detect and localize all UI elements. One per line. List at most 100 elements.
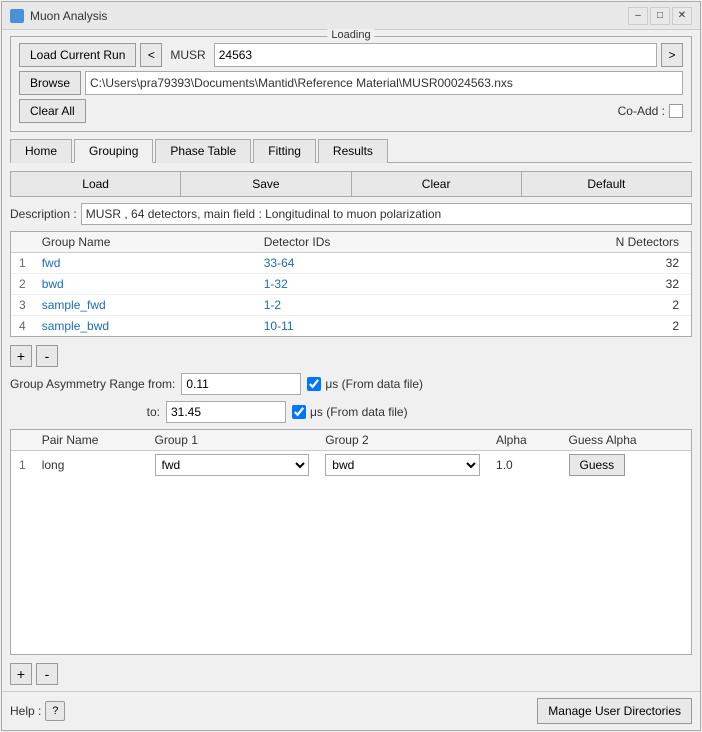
- title-controls: – □ ✕: [628, 7, 692, 25]
- description-input[interactable]: [81, 203, 692, 225]
- run-row: Load Current Run < MUSR >: [19, 43, 683, 67]
- pair-row-guess: Guess: [561, 451, 692, 480]
- pair-col-group2: Group 2: [317, 430, 488, 451]
- group-row-n-detectors: 2: [472, 295, 691, 316]
- group-row-n-detectors: 2: [472, 316, 691, 337]
- group-row-n-detectors: 32: [472, 253, 691, 274]
- pair-add-remove: + -: [10, 663, 692, 685]
- pair-remove-button[interactable]: -: [36, 663, 58, 685]
- tab-grouping[interactable]: Grouping: [74, 139, 153, 163]
- next-run-button[interactable]: >: [661, 43, 683, 67]
- group-table-row: 2 bwd 1-32 32: [11, 274, 691, 295]
- pair-table-container: Pair Name Group 1 Group 2 Alpha Guess Al…: [10, 429, 692, 655]
- group-row-num: 2: [11, 274, 34, 295]
- pair-row-name: long: [34, 451, 147, 480]
- app-icon: [10, 9, 24, 23]
- save-button[interactable]: Save: [180, 171, 351, 197]
- group-row-name[interactable]: bwd: [34, 274, 256, 295]
- help-label: Help :: [10, 704, 41, 718]
- range-to-checkbox[interactable]: [292, 405, 306, 419]
- group-row-detector-ids[interactable]: 1-2: [256, 295, 473, 316]
- group-table-row: 4 sample_bwd 10-11 2: [11, 316, 691, 337]
- pair-row-group1: fwdbwdsample_fwdsample_bwd: [147, 451, 318, 480]
- group-row-num: 1: [11, 253, 34, 274]
- pair-col-alpha: Alpha: [488, 430, 560, 451]
- group-add-button[interactable]: +: [10, 345, 32, 367]
- file-path-input[interactable]: [85, 71, 683, 95]
- browse-button[interactable]: Browse: [19, 71, 81, 95]
- load-button[interactable]: Load: [10, 171, 181, 197]
- prev-run-button[interactable]: <: [140, 43, 162, 67]
- clear-all-button[interactable]: Clear All: [19, 99, 86, 123]
- guess-alpha-button[interactable]: Guess: [569, 454, 626, 476]
- tab-phase-table[interactable]: Phase Table: [155, 139, 251, 163]
- title-bar: Muon Analysis – □ ✕: [2, 2, 700, 30]
- tab-fitting[interactable]: Fitting: [253, 139, 316, 163]
- content-area: Loading Load Current Run < MUSR > Browse…: [2, 30, 700, 691]
- window-title: Muon Analysis: [30, 9, 107, 23]
- group-col-name: Group Name: [34, 232, 256, 253]
- coadd-row: Co-Add :: [618, 104, 683, 118]
- pair-col-name: Pair Name: [34, 430, 147, 451]
- help-button[interactable]: ?: [45, 701, 65, 721]
- tab-home[interactable]: Home: [10, 139, 72, 163]
- close-button[interactable]: ✕: [672, 7, 692, 25]
- pair-group2-select[interactable]: fwdbwdsample_fwdsample_bwd: [325, 454, 480, 476]
- group-row-name[interactable]: sample_bwd: [34, 316, 256, 337]
- load-current-run-button[interactable]: Load Current Run: [19, 43, 136, 67]
- range-to-row: to: μs (From data file): [10, 401, 692, 423]
- group-table-row: 1 fwd 33-64 32: [11, 253, 691, 274]
- tab-results[interactable]: Results: [318, 139, 388, 163]
- group-row-detector-ids[interactable]: 10-11: [256, 316, 473, 337]
- group-remove-button[interactable]: -: [36, 345, 58, 367]
- group-row-num: 4: [11, 316, 34, 337]
- musr-label: MUSR: [166, 48, 209, 62]
- browse-row: Browse: [19, 71, 683, 95]
- clear-button[interactable]: Clear: [351, 171, 522, 197]
- help-row: Help : ?: [10, 701, 65, 721]
- manage-user-directories-button[interactable]: Manage User Directories: [537, 698, 692, 724]
- pair-table: Pair Name Group 1 Group 2 Alpha Guess Al…: [11, 430, 691, 479]
- group-row-detector-ids[interactable]: 1-32: [256, 274, 473, 295]
- range-from-checkbox-label: μs (From data file): [307, 377, 423, 391]
- grouping-tab-content: Load Save Clear Default Description : Gr…: [10, 167, 692, 685]
- footer: Help : ? Manage User Directories: [2, 691, 700, 730]
- range-to-label: to:: [10, 405, 160, 419]
- description-label: Description :: [10, 207, 77, 221]
- pair-group1-select[interactable]: fwdbwdsample_fwdsample_bwd: [155, 454, 310, 476]
- pair-col-group1: Group 1: [147, 430, 318, 451]
- range-from-row: Group Asymmetry Range from: μs (From dat…: [10, 373, 692, 395]
- group-row-n-detectors: 32: [472, 274, 691, 295]
- loading-section: Loading Load Current Run < MUSR > Browse…: [10, 36, 692, 132]
- range-from-checkbox[interactable]: [307, 377, 321, 391]
- pair-row-group2: fwdbwdsample_fwdsample_bwd: [317, 451, 488, 480]
- default-button[interactable]: Default: [521, 171, 692, 197]
- coadd-checkbox[interactable]: [669, 104, 683, 118]
- group-row-name[interactable]: sample_fwd: [34, 295, 256, 316]
- group-row-name[interactable]: fwd: [34, 253, 256, 274]
- run-number-input[interactable]: [214, 43, 657, 67]
- loading-label: Loading: [327, 29, 374, 41]
- group-row-detector-ids[interactable]: 33-64: [256, 253, 473, 274]
- group-col-ndet: N Detectors: [472, 232, 691, 253]
- group-table: Group Name Detector IDs N Detectors 1 fw…: [11, 232, 691, 336]
- minimize-button[interactable]: –: [628, 7, 648, 25]
- pair-row-num: 1: [11, 451, 34, 480]
- group-add-remove: + -: [10, 345, 692, 367]
- range-to-checkbox-label: μs (From data file): [292, 405, 408, 419]
- range-from-label: Group Asymmetry Range from:: [10, 377, 175, 391]
- main-window: Muon Analysis – □ ✕ Loading Load Current…: [1, 1, 701, 731]
- description-row: Description :: [10, 203, 692, 225]
- group-col-num: [11, 232, 34, 253]
- range-from-input[interactable]: [181, 373, 301, 395]
- pair-table-row: 1 long fwdbwdsample_fwdsample_bwd fwdbwd…: [11, 451, 691, 480]
- coadd-label: Co-Add :: [618, 104, 665, 118]
- pair-col-num: [11, 430, 34, 451]
- pair-add-button[interactable]: +: [10, 663, 32, 685]
- group-col-detectors: Detector IDs: [256, 232, 473, 253]
- pair-col-guess: Guess Alpha: [561, 430, 692, 451]
- maximize-button[interactable]: □: [650, 7, 670, 25]
- group-row-num: 3: [11, 295, 34, 316]
- range-to-us-label: μs (From data file): [310, 405, 408, 419]
- range-to-input[interactable]: [166, 401, 286, 423]
